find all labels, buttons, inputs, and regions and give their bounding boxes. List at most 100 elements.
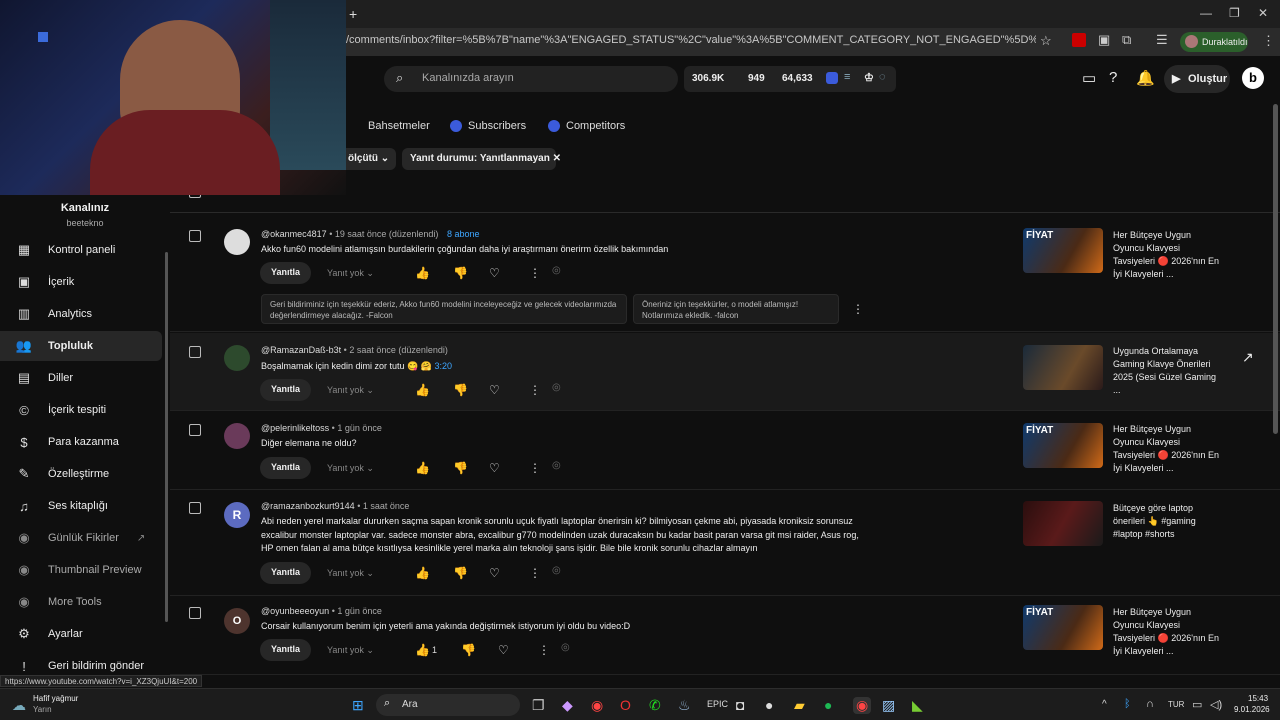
tab-subscribers[interactable]: Subscribers [468,120,526,132]
ai-reply-icon[interactable]: ◎ [552,382,561,393]
weather-title[interactable]: Hafif yağmur [33,694,78,703]
page-scrollbar[interactable] [1273,104,1278,434]
language-indicator[interactable]: TUR [1168,700,1184,709]
like-icon[interactable]: 👍 [415,566,430,580]
close-icon[interactable]: ✕ [1258,6,1268,20]
sidebar-item-thumbnail-preview[interactable]: ◉ Thumbnail Preview [0,555,162,585]
more-options-icon[interactable]: ⋮ [852,302,864,316]
sidebar-item-languages[interactable]: ▤ Diller [0,363,162,393]
restore-icon[interactable]: ❐ [1229,6,1240,20]
reply-button[interactable]: Yanıtla [260,379,312,401]
windows-start-icon[interactable]: ⊞ [352,697,364,714]
trophy-icon[interactable]: ♔ [864,71,874,84]
reading-list-icon[interactable]: ☰ [1156,32,1168,48]
opera-icon[interactable]: O [620,697,631,713]
clock-time[interactable]: 15:43 [1248,694,1268,703]
avatar[interactable] [224,423,250,449]
dislike-icon[interactable]: 👎 [453,461,468,475]
more-options-icon[interactable]: ⋮ [529,461,541,475]
avatar[interactable]: R [224,502,250,528]
heart-icon[interactable]: ♡ [489,383,500,397]
video-title[interactable]: Her Bütçeye Uygun Oyuncu Klavyesi Tavsiy… [1113,423,1223,475]
more-options-icon[interactable]: ⋮ [529,266,541,280]
profile-paused-button[interactable]: Duraklatıldı [1180,32,1248,52]
more-options-icon[interactable]: ⋮ [529,566,541,580]
nvidia-icon[interactable]: ◣ [912,697,923,714]
copilot-icon[interactable]: ◆ [562,697,573,714]
more-options-icon[interactable]: ⋮ [538,643,550,657]
heart-icon[interactable]: ♡ [489,266,500,280]
list-icon[interactable]: ≡ [844,71,850,83]
dislike-icon[interactable]: 👎 [453,266,468,280]
reply-button[interactable]: Yanıtla [260,639,312,661]
minimize-icon[interactable]: — [1200,6,1212,20]
extension-image-icon[interactable]: ▣ [1098,32,1110,48]
sidebar-item-more-tools[interactable]: ◉ More Tools [0,587,162,617]
epic-games-icon[interactable]: EPIC [707,699,728,709]
reply-button[interactable]: Yanıtla [260,457,312,479]
timestamp-link[interactable]: 3:20 [435,361,453,371]
heart-icon[interactable]: ♡ [489,566,500,580]
video-title[interactable]: Uygunda Ortalamaya Gaming Klavye Önerile… [1113,345,1223,397]
notifications-bell-icon[interactable]: 🔔 [1136,69,1155,87]
comment-checkbox[interactable] [189,502,201,514]
comment-checkbox[interactable] [189,346,201,358]
sidebar-item-content-detection[interactable]: © İçerik tespiti [0,395,162,425]
headset-icon[interactable]: ∩ [1146,698,1154,710]
replies-dropdown[interactable]: Yanıt yok ⌄ [327,268,374,279]
comment-author[interactable]: @oyunbeeeoyun [261,606,329,616]
video-thumbnail[interactable]: FİYAT [1023,228,1103,273]
comment-checkbox[interactable] [189,230,201,242]
reply-button[interactable]: Yanıtla [260,262,312,284]
bluetooth-icon[interactable]: ᛒ [1124,698,1131,710]
video-title[interactable]: Her Bütçeye Uygun Oyuncu Klavyesi Tavsiy… [1113,606,1223,658]
whatsapp-icon[interactable]: ✆ [649,697,661,714]
url-field[interactable]: /comments/inbox?filter=%5B%7B"name"%3A"E… [346,34,1036,46]
extension-news-icon[interactable] [1072,33,1086,47]
comment-checkbox[interactable] [189,607,201,619]
weather-icon[interactable]: ☁ [12,697,26,714]
replies-dropdown[interactable]: Yanıt yok ⌄ [327,385,374,396]
sidebar-item-community[interactable]: 👥 Topluluk [0,331,162,361]
ai-reply-icon[interactable]: ◎ [561,642,570,653]
sidebar-item-customization[interactable]: ✎ Özelleştirme [0,459,162,489]
ai-reply-icon[interactable]: ◎ [552,460,561,471]
like-icon[interactable]: 👍 [415,383,430,397]
chat-icon[interactable]: ◌ [879,71,886,83]
help-icon[interactable]: ? [1109,69,1117,86]
photos-icon[interactable]: ▨ [882,697,895,714]
taskbar-search[interactable]: ⌕ Ara [376,694,520,716]
create-button[interactable]: ▶ Oluştur [1164,65,1230,93]
spotify-icon[interactable]: ● [824,697,832,713]
suggested-reply-card[interactable]: Geri bildiriminiz için teşekkür ederiz, … [261,294,627,324]
account-avatar[interactable]: b [1242,67,1264,89]
video-title[interactable]: Bütçeye göre laptop önerileri 👆 #gaming … [1113,502,1223,541]
new-tab-icon[interactable]: + [349,6,357,22]
comment-author[interactable]: @ramazanbozkurt9144 [261,501,355,511]
task-view-icon[interactable]: ❐ [532,697,545,714]
reply-button[interactable]: Yanıtla [260,562,312,584]
like-icon[interactable]: 👍 [415,266,430,280]
like-icon[interactable]: 👍 [415,643,430,657]
like-icon[interactable]: 👍 [415,461,430,475]
suggested-reply-card[interactable]: Öneriniz için teşekkürler, o modeli atla… [633,294,839,324]
video-thumbnail[interactable] [1023,501,1103,546]
sidebar-scrollbar[interactable] [165,252,168,622]
browser-menu-icon[interactable]: ⋮ [1262,33,1275,49]
replies-dropdown[interactable]: Yanıt yok ⌄ [327,645,374,656]
dislike-icon[interactable]: 👎 [453,383,468,397]
extensions-puzzle-icon[interactable]: ⧉ [1122,32,1131,48]
feedback-icon[interactable]: ▭ [1082,69,1096,87]
sidebar-item-analytics[interactable]: ▥ Analytics [0,299,162,329]
sidebar-item-settings[interactable]: ⚙ Ayarlar [0,619,162,649]
comment-author[interactable]: @pelerinlikeltoss [261,423,329,433]
sidebar-item-dashboard[interactable]: ▦ Kontrol paneli [0,235,162,265]
replies-dropdown[interactable]: Yanıt yok ⌄ [327,463,374,474]
camera-app-icon[interactable]: ◘ [736,697,744,713]
replies-dropdown[interactable]: Yanıt yok ⌄ [327,568,374,579]
heart-icon[interactable]: ♡ [489,461,500,475]
ai-reply-icon[interactable]: ◎ [552,265,561,276]
volume-icon[interactable]: ◁) [1210,698,1222,711]
vidiq-icon[interactable] [826,72,838,84]
heart-icon[interactable]: ♡ [498,643,509,657]
